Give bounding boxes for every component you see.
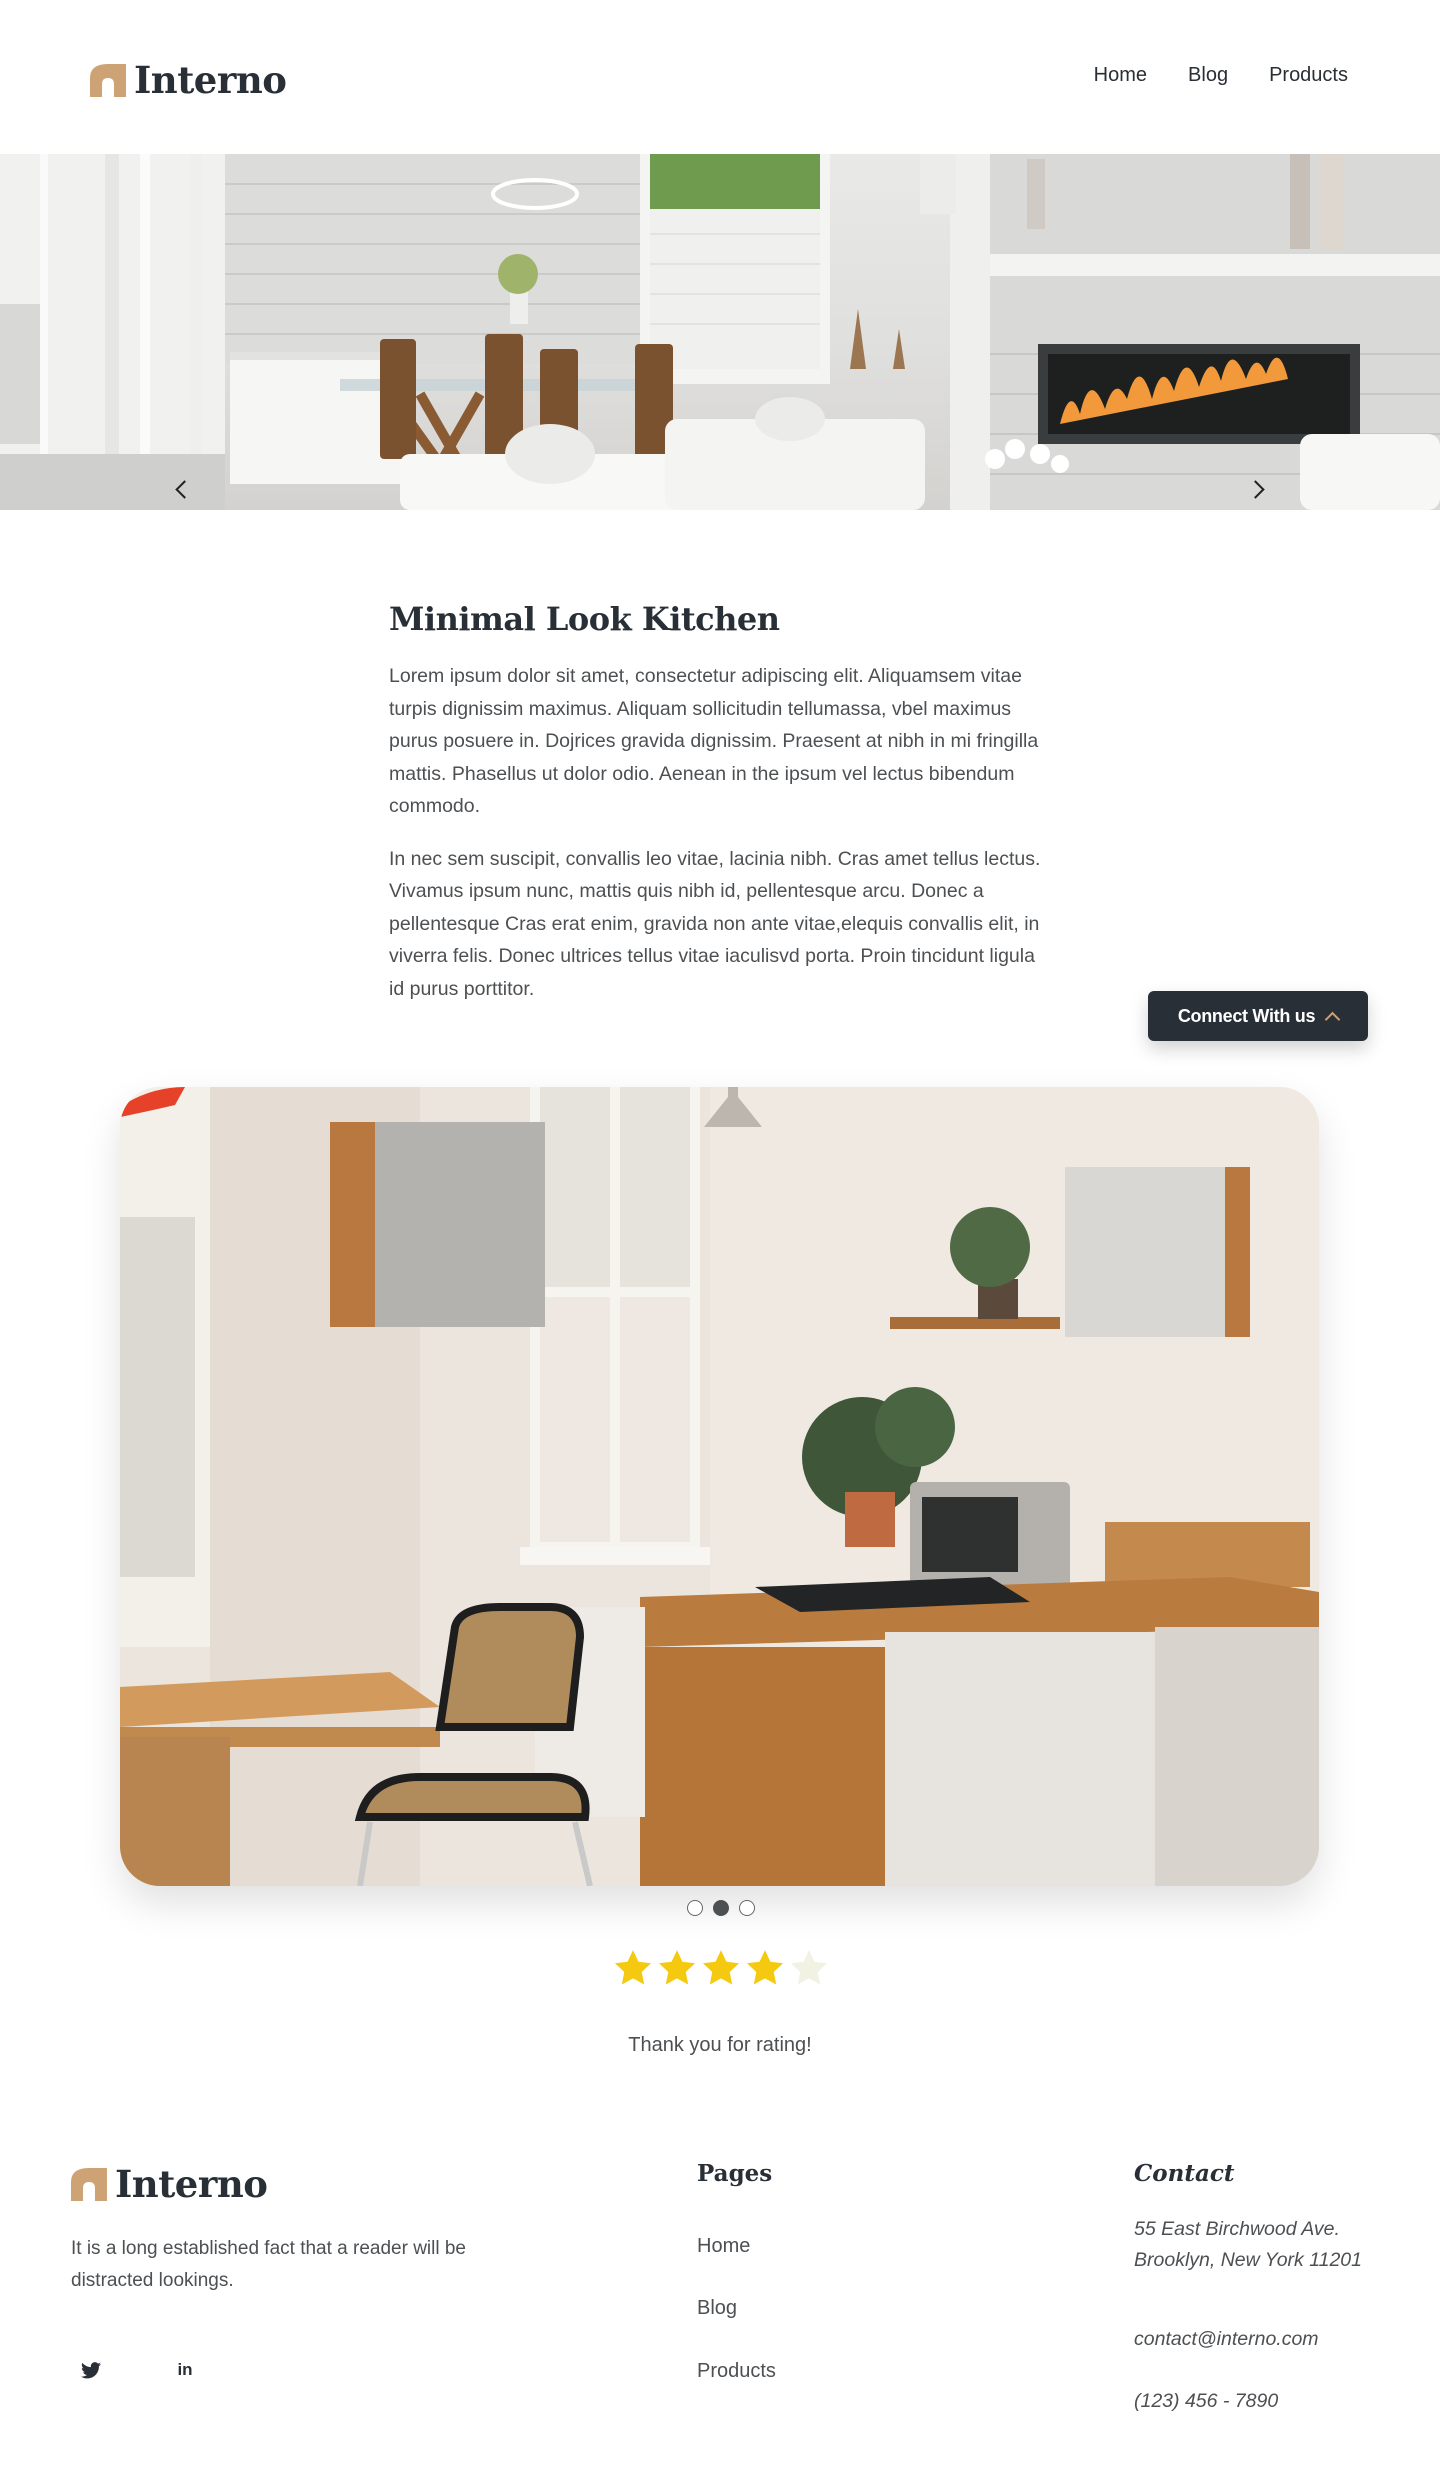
star-filled-icon[interactable] xyxy=(612,1947,654,1989)
star-empty-icon[interactable] xyxy=(788,1947,830,1989)
rating-message: Thank you for rating! xyxy=(628,2034,812,2056)
article-title: Minimal Look Kitchen xyxy=(389,600,780,638)
footer-logo[interactable]: Interno xyxy=(71,2162,268,2206)
star-filled-icon[interactable] xyxy=(656,1947,698,1989)
contact-heading: Contact xyxy=(1134,2160,1235,2187)
connect-with-us-button[interactable]: Connect With us xyxy=(1148,991,1368,1041)
logo-mark-icon xyxy=(71,2167,107,2201)
logo-mark-icon xyxy=(90,63,126,97)
connect-label: Connect With us xyxy=(1177,1005,1316,1026)
logo-text: Interno xyxy=(134,58,287,102)
star-filled-icon[interactable] xyxy=(700,1947,742,1989)
logo-text: Interno xyxy=(115,2162,268,2206)
linkedin-icon[interactable]: in xyxy=(173,2358,197,2382)
image-carousel[interactable] xyxy=(120,1087,1319,1886)
pages-heading: Pages xyxy=(697,2160,773,2187)
carousel-next-button[interactable] xyxy=(1243,477,1267,501)
footer-description: It is a long established fact that a rea… xyxy=(71,2238,467,2291)
carousel-dot[interactable] xyxy=(687,1900,703,1916)
logo[interactable]: Interno xyxy=(90,58,287,102)
article-paragraph: Lorem ipsum dolor sit amet, consectetur … xyxy=(389,665,1039,817)
nav-products[interactable]: Products xyxy=(1269,64,1348,87)
carousel-dot[interactable] xyxy=(739,1900,755,1916)
article-paragraph: In nec sem suscipit, convallis leo vitae… xyxy=(389,847,1041,1000)
twitter-icon[interactable] xyxy=(79,2358,103,2382)
kitchen-photo xyxy=(120,1087,1319,1886)
contact-email[interactable]: contact@interno.com xyxy=(1134,2324,1319,2355)
chevron-right-icon xyxy=(1245,479,1265,499)
main-nav: Home Blog Products xyxy=(1053,64,1348,87)
chevron-left-icon xyxy=(174,479,194,499)
contact-address: 55 East Birchwood Ave. Brooklyn, New Yor… xyxy=(1134,2218,1362,2271)
footer-link-home[interactable]: Home xyxy=(697,2235,750,2258)
article: Minimal Look Kitchen Lorem ipsum dolor s… xyxy=(389,600,1049,1025)
hero-image xyxy=(0,154,1440,510)
footer-link-products[interactable]: Products xyxy=(697,2360,776,2383)
carousel-prev-button[interactable] xyxy=(172,477,196,501)
star-filled-icon[interactable] xyxy=(744,1947,786,1989)
nav-home[interactable]: Home xyxy=(1094,64,1147,87)
contact-phone[interactable]: (123) 456 - 7890 xyxy=(1134,2386,1278,2417)
chevron-up-icon xyxy=(1324,1011,1341,1027)
nav-blog[interactable]: Blog xyxy=(1188,64,1228,87)
carousel-dots xyxy=(687,1900,755,1916)
footer-link-blog[interactable]: Blog xyxy=(697,2297,737,2320)
star-rating[interactable] xyxy=(612,1947,830,1989)
carousel-dot-active[interactable] xyxy=(713,1900,729,1916)
site-header: Interno Home Blog Products xyxy=(0,0,1440,154)
